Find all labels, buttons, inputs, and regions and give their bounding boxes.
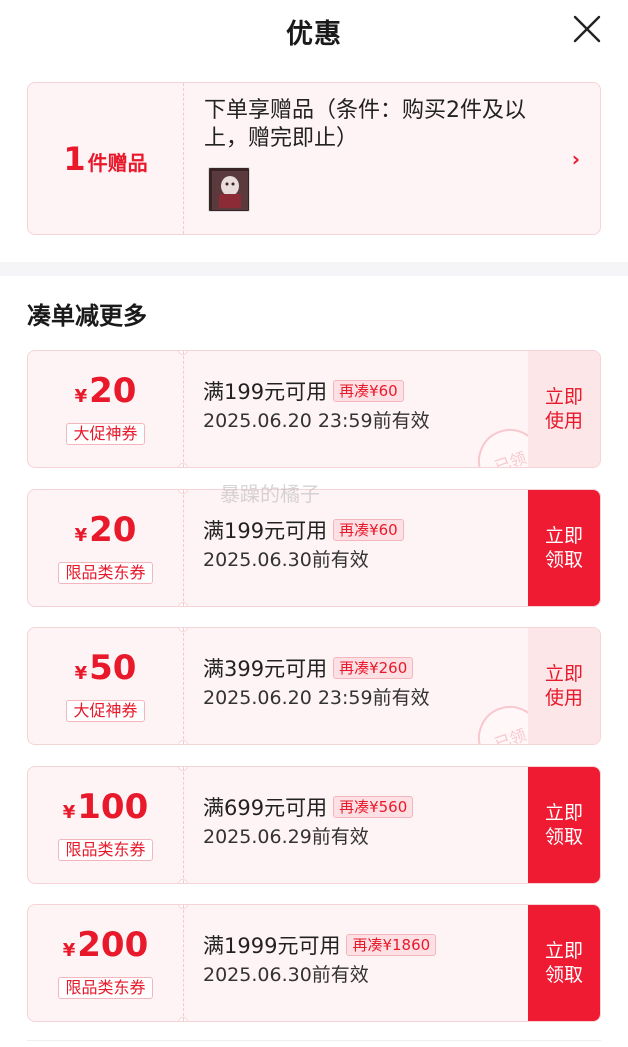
coupon-value: 50 (89, 648, 137, 688)
gift-count-badge: 1 件赠品 (28, 83, 184, 234)
coupon-details: 满199元可用 再凑¥60 2025.06.20 23:59前有效 (203, 377, 533, 435)
coupon-type-tag: 大促神券 (66, 700, 145, 722)
coupon-type-tag: 限品类东券 (58, 562, 153, 584)
coupon-extra-badge: 再凑¥60 (333, 380, 404, 402)
coupon-amount: ¥100 (28, 787, 183, 833)
coupon-extra-badge: 再凑¥60 (333, 519, 404, 541)
coupon-amount: ¥200 (28, 925, 183, 971)
use-now-button[interactable]: 立即 使用 (528, 628, 600, 744)
coupon-value-block: ¥20 大促神券 (28, 351, 184, 467)
coupon-amount: ¥50 (28, 648, 183, 694)
coupon-value: 200 (77, 925, 149, 965)
coupon-condition: 满199元可用 (203, 380, 328, 404)
coupon-value: 100 (77, 787, 149, 827)
coupon-amount: ¥20 (28, 510, 183, 556)
gift-unit: 件赠品 (87, 151, 148, 175)
page-title: 优惠 (286, 19, 342, 50)
gift-card[interactable]: 1 件赠品 下单享赠品（条件：购买2件及以上，赠完即止） › (27, 82, 601, 235)
coupon-value-block: ¥20 限品类东券 (28, 490, 184, 606)
coupon-details: 满699元可用 再凑¥560 2025.06.29前有效 (203, 793, 533, 851)
coupon-card: ¥50 大促神券 满399元可用 再凑¥260 2025.06.20 23:59前… (27, 627, 601, 745)
use-now-button[interactable]: 立即 使用 (528, 351, 600, 467)
coupon-extra-badge: 再凑¥1860 (346, 934, 437, 956)
coupon-condition: 满199元可用 (203, 519, 328, 543)
coupon-validity: 2025.06.30前有效 (203, 964, 369, 986)
coupon-condition: 满1999元可用 (203, 934, 341, 958)
bottom-divider (27, 1040, 601, 1041)
coupon-value-block: ¥200 限品类东券 (28, 905, 184, 1021)
chevron-right-icon[interactable]: › (572, 147, 580, 171)
coupon-type-tag: 限品类东券 (58, 977, 153, 999)
coupon-card: ¥20 大促神券 满199元可用 再凑¥60 2025.06.20 23:59前有… (27, 350, 601, 468)
coupon-value-block: ¥100 限品类东券 (28, 767, 184, 883)
coupon-value: 20 (89, 371, 137, 411)
coupon-validity: 2025.06.20 23:59前有效 (203, 687, 430, 709)
gift-description: 下单享赠品（条件：购买2件及以上，赠完即止） (204, 98, 526, 151)
coupon-card: ¥20 限品类东券 满199元可用 再凑¥60 2025.06.30前有效 立即领… (27, 489, 601, 607)
gift-count: 1 (63, 139, 86, 178)
coupon-condition: 满699元可用 (203, 796, 328, 820)
currency-symbol: ¥ (62, 802, 76, 823)
claim-now-button[interactable]: 立即 领取 (528, 905, 600, 1021)
coupon-condition-line: 满199元可用 再凑¥60 (203, 516, 533, 546)
section-divider (0, 262, 628, 276)
coupon-card: ¥100 限品类东券 满699元可用 再凑¥560 2025.06.29前有效 立… (27, 766, 601, 884)
coupon-condition-line: 满699元可用 再凑¥560 (203, 793, 533, 823)
coupon-details: 满399元可用 再凑¥260 2025.06.20 23:59前有效 (203, 654, 533, 712)
close-icon[interactable] (572, 14, 602, 44)
coupon-card: ¥200 限品类东券 满1999元可用 再凑¥1860 2025.06.30前有效… (27, 904, 601, 1022)
coupon-type-tag: 限品类东券 (58, 839, 153, 861)
header: 优惠 (0, 0, 628, 62)
gift-thumbnail[interactable] (208, 167, 250, 212)
claim-now-button[interactable]: 立即 领取 (528, 767, 600, 883)
coupon-details: 满1999元可用 再凑¥1860 2025.06.30前有效 (203, 931, 533, 989)
coupon-extra-badge: 再凑¥260 (333, 657, 414, 679)
coupon-type-tag: 大促神券 (66, 423, 145, 445)
currency-symbol: ¥ (74, 663, 88, 684)
coupon-details: 满199元可用 再凑¥60 2025.06.30前有效 (203, 516, 533, 574)
currency-symbol: ¥ (74, 386, 88, 407)
coupon-condition-line: 满199元可用 再凑¥60 (203, 377, 533, 407)
coupon-value-block: ¥50 大促神券 (28, 628, 184, 744)
coupon-extra-badge: 再凑¥560 (333, 796, 414, 818)
coupon-amount: ¥20 (28, 371, 183, 417)
coupon-condition-line: 满399元可用 再凑¥260 (203, 654, 533, 684)
coupon-condition: 满399元可用 (203, 657, 328, 681)
coupon-validity: 2025.06.20 23:59前有效 (203, 410, 430, 432)
currency-symbol: ¥ (74, 525, 88, 546)
section-title: 凑单减更多 (27, 302, 147, 330)
coupon-validity: 2025.06.30前有效 (203, 549, 369, 571)
coupon-value: 20 (89, 510, 137, 550)
coupon-condition-line: 满1999元可用 再凑¥1860 (203, 931, 533, 961)
claim-now-button[interactable]: 立即 领取 (528, 490, 600, 606)
currency-symbol: ¥ (62, 940, 76, 961)
coupon-validity: 2025.06.29前有效 (203, 826, 369, 848)
